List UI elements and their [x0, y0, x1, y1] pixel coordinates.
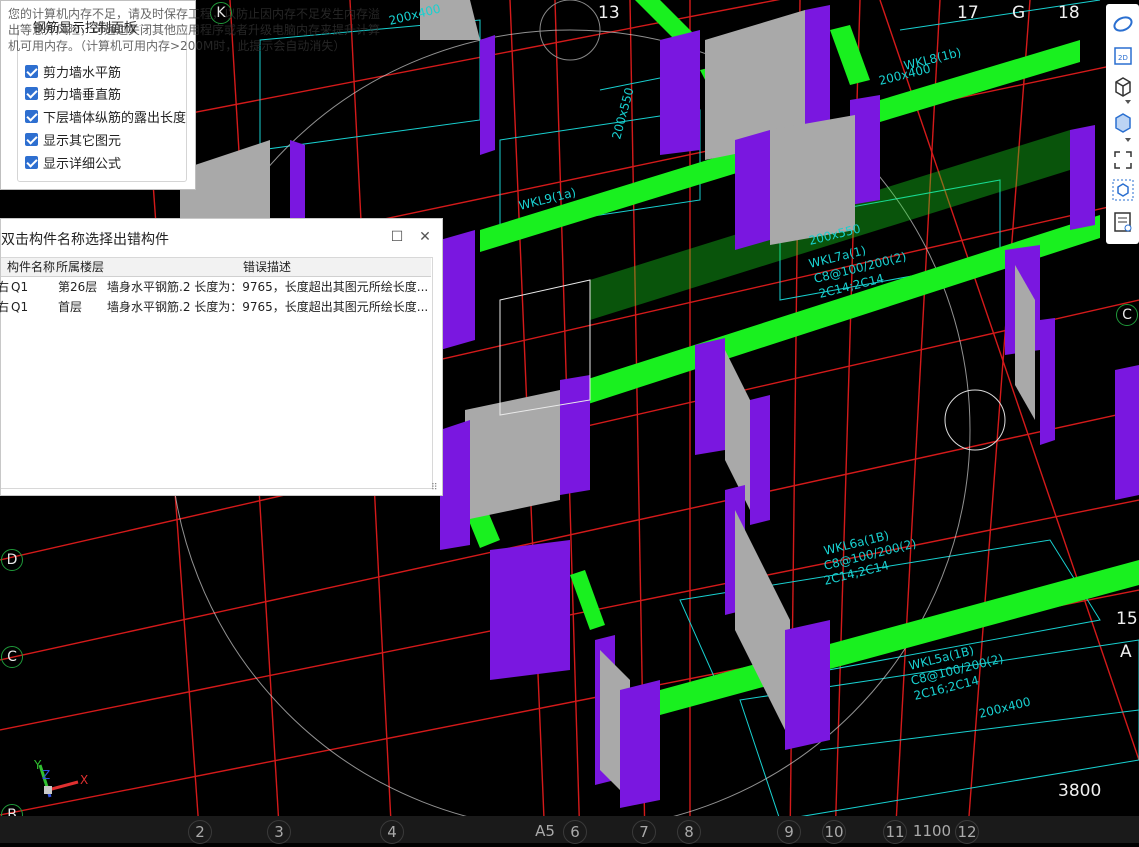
checkbox-checked-icon[interactable] [25, 64, 38, 78]
checkbox-checked-icon[interactable] [25, 109, 38, 123]
dialog-title: 双击构件名称选择出错构件 [1, 232, 169, 248]
option-label: 显示详细公式 [43, 156, 122, 172]
checkbox-checked-icon[interactable] [25, 132, 38, 146]
column-header[interactable]: 错误描述 [243, 258, 291, 276]
bottom-axis-bubble: A5 [535, 822, 555, 840]
row-desc: 墙身水平钢筋.2 长度为：9765，长度超出其图元所绘长度... [107, 280, 427, 294]
option-label: 显示其它图元 [43, 133, 122, 149]
axis-label-right: 15 [1116, 609, 1138, 629]
svg-text:2D: 2D [1118, 54, 1128, 62]
gizmo-y-label: Y [34, 758, 42, 772]
bottom-axis-bubble: 2 [188, 820, 212, 844]
fullscreen-icon[interactable] [1111, 148, 1135, 172]
axis-label-top: 13 [598, 3, 620, 23]
3d-box-icon[interactable] [1111, 74, 1135, 98]
maximize-icon[interactable]: ☐ [387, 227, 407, 247]
orbit-icon[interactable] [1111, 12, 1135, 36]
option-show-formula[interactable]: 显示详细公式 [25, 152, 121, 172]
row-floor: 第26层 [58, 280, 98, 294]
table-row[interactable]: 右 Q1 首层 墙身水平钢筋.2 长度为：9765，长度超出其图元所绘长度... [0, 298, 431, 316]
option-label: 下层墙体纵筋的露出长度 [43, 110, 187, 126]
axis-bubble-right: C [1116, 304, 1138, 326]
row-name[interactable]: Q1 [11, 278, 28, 296]
option-show-other-elements[interactable]: 显示其它图元 [25, 129, 121, 149]
axis-label-top: 18 [1058, 3, 1080, 23]
row-type: 右 [0, 300, 10, 314]
column-header[interactable]: 构件名称 [7, 258, 55, 276]
chevron-down-icon[interactable] [1125, 100, 1131, 104]
bottom-axis-bubble: 12 [955, 820, 979, 844]
bottom-axis-bubble: 8 [677, 820, 701, 844]
table-row[interactable]: 右 Q1 第26层 墙身水平钢筋.2 长度为：9765，长度超出其图元所绘长度.… [0, 278, 431, 296]
checkbox-checked-icon[interactable] [25, 86, 38, 100]
gizmo-x-label: X [80, 773, 89, 787]
rebar-display-control-panel: 钢筋显示控制面板 剪力墙水平筋 剪力墙垂直筋 下层墙体纵筋的露出长度 显示其它图… [0, 0, 196, 190]
option-exposed-length[interactable]: 下层墙体纵筋的露出长度 [25, 106, 186, 126]
axis-label-right: A [1120, 642, 1132, 662]
bottom-axis-bubble: 11 [883, 820, 907, 844]
resize-grip-icon[interactable]: ⠿ [431, 483, 438, 493]
option-label: 剪力墙垂直筋 [43, 87, 122, 103]
properties-icon[interactable] [1111, 210, 1135, 234]
bottom-axis-bubble: 6 [563, 820, 587, 844]
view-toolbar: 2D [1106, 4, 1139, 244]
axis-bubble-top: K [210, 2, 232, 24]
row-name[interactable]: Q1 [11, 298, 28, 316]
option-vertical-rebar[interactable]: 剪力墙垂直筋 [25, 83, 121, 103]
panel-title: 钢筋显示控制面板 [31, 17, 140, 36]
dimension-label-bottom: 1100 [912, 822, 952, 840]
bottom-axis-bubble: 10 [822, 820, 846, 844]
option-label: 剪力墙水平筋 [43, 65, 122, 81]
dimension-label: 3800 [1058, 781, 1102, 801]
error-components-dialog: 双击构件名称选择出错构件 ☐ ✕ 构件名称 所属楼层 错误描述 右 Q1 第26… [0, 218, 443, 496]
error-table: 构件名称 所属楼层 错误描述 右 Q1 第26层 墙身水平钢筋.2 长度为：97… [0, 257, 433, 489]
chevron-down-icon[interactable] [1125, 138, 1131, 142]
axis-bubble-left: C [1, 646, 23, 668]
axis-label-top: G [1012, 3, 1026, 23]
close-icon[interactable]: ✕ [415, 227, 435, 247]
cube-view-icon[interactable] [1111, 178, 1135, 202]
axis-bubble-left: D [1, 549, 23, 571]
row-desc: 墙身水平钢筋.2 长度为：9765，长度超出其图元所绘长度... [107, 300, 427, 314]
row-type: 右 [0, 280, 10, 294]
bottom-axis-bubble: 4 [380, 820, 404, 844]
row-floor: 首层 [58, 300, 83, 314]
column-header[interactable]: 所属楼层 [56, 258, 104, 276]
option-horizontal-rebar[interactable]: 剪力墙水平筋 [25, 61, 121, 81]
bottom-axis-bubble: 7 [632, 820, 656, 844]
axis-label-top: 17 [957, 3, 979, 23]
bottom-axis-bubble: 9 [777, 820, 801, 844]
checkbox-checked-icon[interactable] [25, 155, 38, 169]
gizmo-z-label: Z [42, 768, 51, 782]
bottom-axis-bubble: 3 [267, 820, 291, 844]
table-header: 构件名称 所属楼层 错误描述 [1, 258, 431, 277]
2d-view-icon[interactable]: 2D [1111, 44, 1135, 68]
3d-solid-icon[interactable] [1111, 110, 1135, 134]
